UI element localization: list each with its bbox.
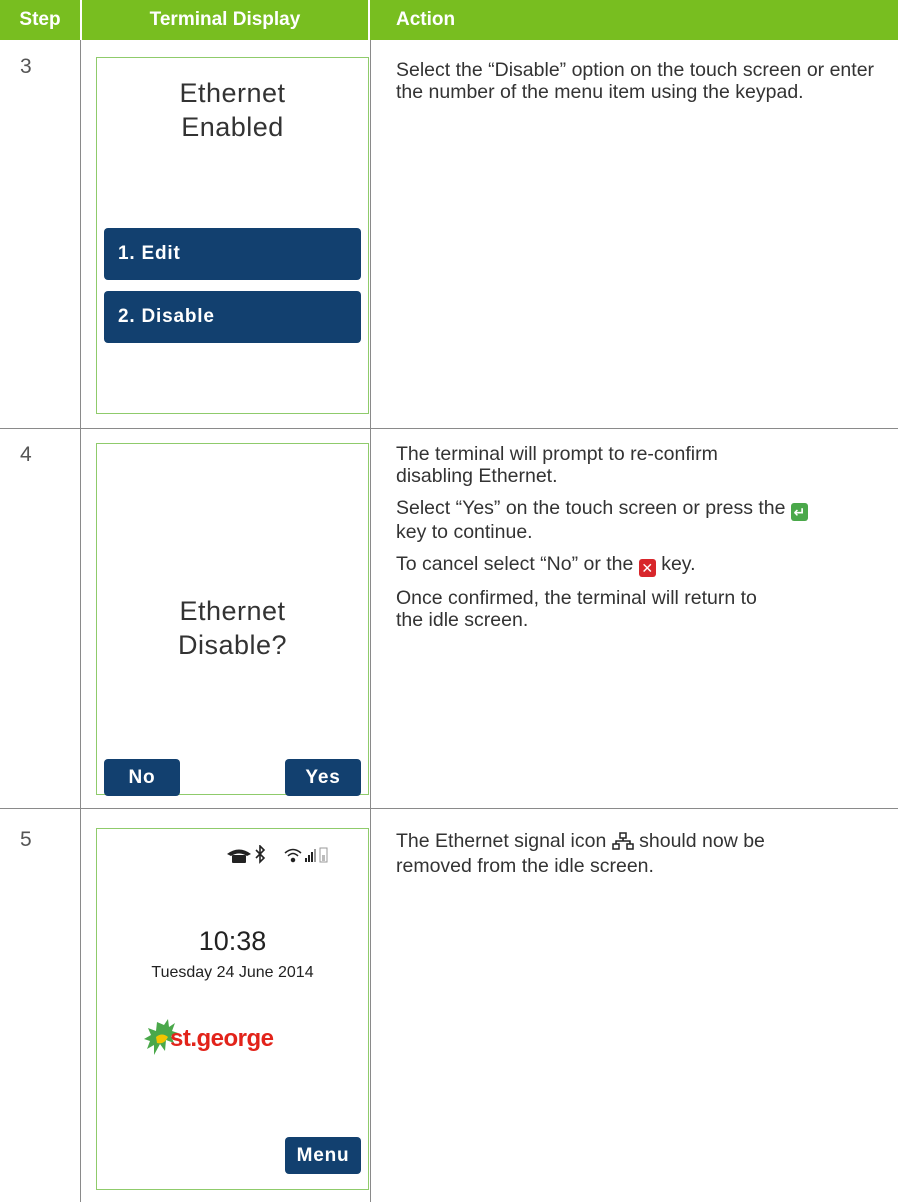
no-button[interactable]: No <box>104 759 180 796</box>
cancel-key-icon: ✕ <box>638 559 656 577</box>
screen-title-line2: Enabled <box>181 112 284 142</box>
action-text: Select “Yes” on the touch screen or pres… <box>396 497 816 543</box>
idle-clock: 10:38 <box>198 926 267 956</box>
step-number: 5 <box>20 828 32 851</box>
action-text-part: Select “Yes” on the touch screen or pres… <box>396 497 786 519</box>
signal-icon <box>305 849 316 862</box>
terminal-screen-ethernet-enabled: Ethernet Enabled 1. Edit 2. Disable <box>96 57 369 414</box>
step-number: 4 <box>20 443 32 466</box>
menu-button[interactable]: Menu <box>285 1137 361 1174</box>
terminal-idle-screen: 10:38 Tuesday 24 June 2014 st.george Men… <box>96 828 369 1190</box>
action-text: To cancel select “No” or the ✕ key. <box>396 553 876 577</box>
enter-key-icon: ↵ <box>790 503 808 521</box>
yes-button[interactable]: Yes <box>285 759 361 796</box>
battery-icon <box>319 847 328 863</box>
instruction-table: Step Terminal Display Action 3 Ethernet … <box>0 0 898 1202</box>
screen-title-line2: Disable? <box>177 630 288 660</box>
step-number: 3 <box>20 55 32 78</box>
idle-date: Tuesday 24 June 2014 <box>151 964 314 981</box>
action-text: The terminal will prompt to re-confirm d… <box>396 443 718 487</box>
header-terminal-display: Terminal Display <box>82 0 368 40</box>
action-step-4: The terminal will prompt to re-confirm d… <box>396 443 876 641</box>
wifi-icon <box>284 848 302 863</box>
action-text: Select the “Disable” option on the touch… <box>396 59 875 103</box>
phone-icon <box>227 849 251 863</box>
logo-text: st.george <box>170 1025 274 1052</box>
menu-option-disable[interactable]: 2. Disable <box>104 291 361 343</box>
menu-option-edit[interactable]: 1. Edit <box>104 228 361 280</box>
action-step-5: The Ethernet signal icon should now be r… <box>396 830 876 887</box>
header-action: Action <box>370 0 898 40</box>
row-divider-3-4 <box>0 428 898 429</box>
action-step-3: Select the “Disable” option on the touch… <box>396 59 876 113</box>
screen-title-line1: Ethernet <box>179 78 286 108</box>
ethernet-icon <box>611 832 634 855</box>
screen-title-line1: Ethernet <box>179 596 286 626</box>
action-text-part: To cancel select “No” or the <box>396 553 634 575</box>
header-step: Step <box>0 0 80 40</box>
bluetooth-icon <box>255 844 266 864</box>
action-text: The Ethernet signal icon should now be r… <box>396 830 816 877</box>
action-text-part: The Ethernet signal icon <box>396 830 607 852</box>
status-bar <box>227 844 347 864</box>
column-divider-action <box>370 40 371 1202</box>
action-text: Once confirmed, the terminal will return… <box>396 587 757 631</box>
row-divider-4-5 <box>0 808 898 809</box>
stgeorge-logo: st.george <box>144 1019 274 1066</box>
column-divider-step <box>80 40 81 1202</box>
action-text-part: key. <box>661 553 696 575</box>
terminal-screen-ethernet-disable: Ethernet Disable? No Yes <box>96 443 369 796</box>
action-text-part: key to continue. <box>396 521 533 543</box>
